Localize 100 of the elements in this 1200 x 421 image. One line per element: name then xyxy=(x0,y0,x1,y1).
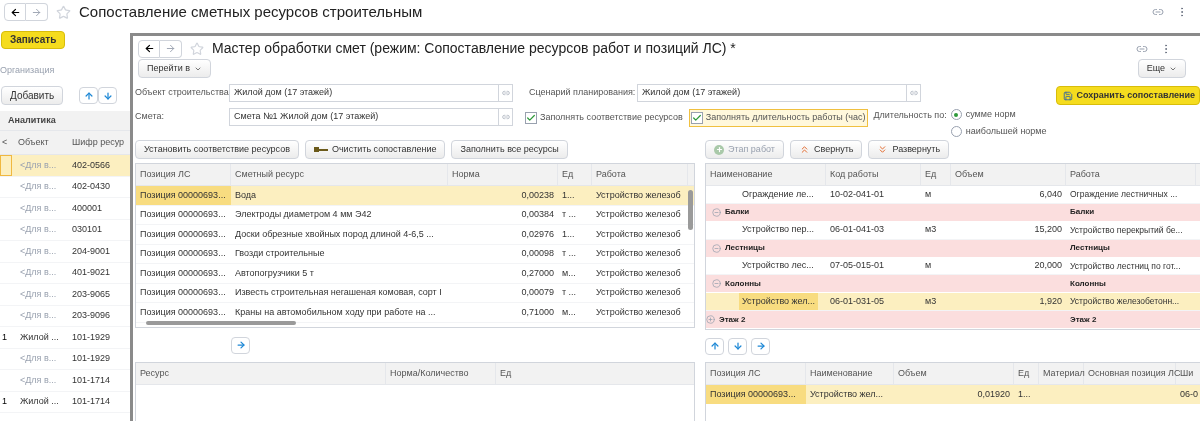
table-cell-text: Устройство железоб xyxy=(595,227,682,241)
add-button[interactable]: Добавить xyxy=(1,86,64,105)
object-field[interactable]: Жилой дом (17 этажей) xyxy=(229,84,499,102)
table-cell: <Для в... xyxy=(20,353,57,363)
column-header[interactable]: Ед xyxy=(1014,363,1039,384)
table-cell-text: м... xyxy=(561,266,577,280)
table-cell-text: 204-9001 xyxy=(71,244,111,258)
table-cell-text: Позиция 00000693... xyxy=(139,266,227,280)
tree-action-button[interactable]: Свернуть xyxy=(789,140,863,159)
field-label: Объект строительства: xyxy=(135,86,229,100)
table-cell-text: Устройство железоб xyxy=(595,286,682,299)
column-header[interactable]: Ресурс xyxy=(136,363,386,384)
checkbox-option[interactable]: Заполнять соответствие ресурсов xyxy=(523,109,685,127)
table-cell: Позиция 00000693... xyxy=(136,186,231,205)
more-button[interactable]: Еще xyxy=(1137,59,1186,78)
table-cell-text: 1... xyxy=(561,188,576,202)
table-cell: <Для в... xyxy=(20,310,57,320)
checkbox-option[interactable]: Заполнять длительность работы (час) xyxy=(688,109,868,127)
table-cell-text: 0,00384 xyxy=(520,208,555,221)
table-group-header: Аналитика xyxy=(0,111,130,131)
column-header[interactable]: Ед xyxy=(558,164,592,185)
table-row[interactable]: Позиция 00000693... Устройство жел... 0,01920 1... 06-0 xyxy=(706,385,1200,404)
column-header[interactable]: Ед xyxy=(921,164,951,185)
radio-label: сумме норм xyxy=(965,108,1016,121)
table-cell: <Для в... xyxy=(20,159,57,170)
table-cell-text: Известь строительная негашеная комовая, сорт I xyxy=(234,286,443,299)
table-cell-text: Колонны xyxy=(1069,277,1107,290)
group-name: Балки xyxy=(725,206,750,219)
table-cell: <Для в... xyxy=(20,245,57,256)
table-cell-text: Устройство перекрытий бе... xyxy=(1069,223,1184,237)
column-header[interactable]: Ед xyxy=(496,363,516,384)
table-cell-text: 15,200 xyxy=(1033,223,1063,237)
table-row[interactable]: <Для в... 402-0566 xyxy=(0,155,130,177)
table-cell-text: 20,000 xyxy=(1033,259,1063,273)
table-cell-text: Балки xyxy=(1069,206,1096,219)
tree-action-button[interactable]: Развернуть xyxy=(868,140,950,159)
group-row[interactable]: Колонны Колонны xyxy=(706,275,1200,294)
table-cell: <Для в... xyxy=(20,224,57,234)
table-cell-text: 0,71000 xyxy=(520,305,555,319)
scenario-field[interactable]: Жилой дом (17 этажей) xyxy=(637,84,907,102)
field-label: Смета: xyxy=(135,110,165,124)
table-cell-text: 1 xyxy=(1,330,8,344)
save-mapping-button[interactable]: Сохранить сопоставление xyxy=(1055,86,1200,105)
table-row[interactable]: Позиция 00000693... Гвозди строительные 0,00098 т ... Устройство железоб xyxy=(136,244,694,264)
column-header[interactable]: Сметный ресурс xyxy=(231,164,448,185)
table-cell-text: Устройство железоб xyxy=(595,247,682,260)
table-cell-text: 0,01920 xyxy=(976,387,1011,401)
checkbox-label: Заполнять длительность работы (час) xyxy=(705,111,866,124)
action-button[interactable]: Установить соответствие ресурсов xyxy=(135,140,299,159)
table-cell-text: т ... xyxy=(561,286,578,299)
table-cell: Позиция 00000693... xyxy=(706,385,806,404)
group-row[interactable]: Этаж 2 Этаж 2 xyxy=(706,311,1200,329)
table-cell-text: Устройство железоб xyxy=(595,208,682,221)
table-row[interactable]: Позиция 00000693... Доски обрезные хвойных пород длиной 4-6,5 ... 0,02976 1... Устройство железоб xyxy=(136,225,694,245)
table-cell-text: 1... xyxy=(561,227,576,241)
table-cell-text: 203-9065 xyxy=(71,287,111,301)
table-cell-text: 10-02-041-01 xyxy=(829,187,886,201)
column-header[interactable]: Работа xyxy=(1066,164,1196,185)
column-header[interactable]: Наименование xyxy=(706,164,826,185)
table-cell-text: Автопогрузчики 5 т xyxy=(234,266,315,280)
save-button[interactable]: Записать xyxy=(1,30,66,49)
column-header[interactable]: Работа xyxy=(592,164,688,185)
table-row[interactable]: Позиция 00000693... Вода 0,00238 1... Устройство железоб xyxy=(136,186,694,206)
window-title: Сопоставление сметных ресурсов строительным xyxy=(79,1,423,22)
column-header[interactable]: Позиция ЛС xyxy=(706,363,806,384)
column-header[interactable]: Позиция ЛС xyxy=(136,164,231,185)
table-cell-text: 1 xyxy=(1,395,8,408)
column-header[interactable]: Объем xyxy=(894,363,1014,384)
table-cell-text: м3 xyxy=(924,223,938,237)
column-header[interactable]: Материал xyxy=(1039,363,1084,384)
column-header[interactable]: Объект xyxy=(16,135,70,150)
column-header[interactable]: < xyxy=(0,135,16,150)
table-row[interactable]: Позиция 00000693... Известь строительная негашеная комовая, сорт I 0,00079 т ... Устройство железоб xyxy=(136,283,694,303)
table-cell: Жилой ... xyxy=(20,396,59,406)
column-header[interactable]: Шифр ресур xyxy=(70,135,125,150)
column-header[interactable]: Наименование xyxy=(806,363,894,384)
action-button[interactable]: Заполнить все ресурсы xyxy=(451,140,568,159)
table-cell-text: 1... xyxy=(1017,387,1032,401)
table-cell-text: Краны на автомобильном ходу при работе на ... xyxy=(234,305,437,319)
column-header[interactable]: Норма/Количество xyxy=(386,363,496,384)
table-cell-text: 1,920 xyxy=(1038,294,1063,308)
group-name: Этаж 2 xyxy=(719,313,746,326)
action-button[interactable]: Очистить сопоставление xyxy=(304,140,446,159)
table-cell-text: Позиция 00000693... xyxy=(139,227,227,241)
table-cell-text: т ... xyxy=(561,208,578,221)
column-header[interactable]: Код работы xyxy=(826,164,921,185)
table-cell-text: 402-0430 xyxy=(71,180,111,193)
column-header[interactable]: Норма xyxy=(448,164,558,185)
column-header[interactable]: Объем xyxy=(951,164,1066,185)
table-cell-text: 401-9021 xyxy=(71,266,111,279)
table-cell-text: Устройство железоб xyxy=(595,266,682,280)
table-cell-text: 203-9096 xyxy=(71,309,111,322)
group-name: Лестницы xyxy=(725,242,765,255)
table-cell-text: м... xyxy=(561,305,577,319)
estimate-field[interactable]: Смета №1 Жилой дом (17 этажей) xyxy=(229,108,499,126)
goto-button[interactable]: Перейти в xyxy=(138,59,211,78)
table-cell-text: 0,02976 xyxy=(520,227,555,241)
table-row[interactable]: Позиция 00000693... Автопогрузчики 5 т 0,27000 м... Устройство железоб xyxy=(136,264,694,284)
table-cell-text: 6,040 xyxy=(1038,187,1063,201)
tree-row[interactable]: Устройство жел... 06-01-031-05 м3 1,920 Устройство железобетонн... xyxy=(706,293,1200,312)
